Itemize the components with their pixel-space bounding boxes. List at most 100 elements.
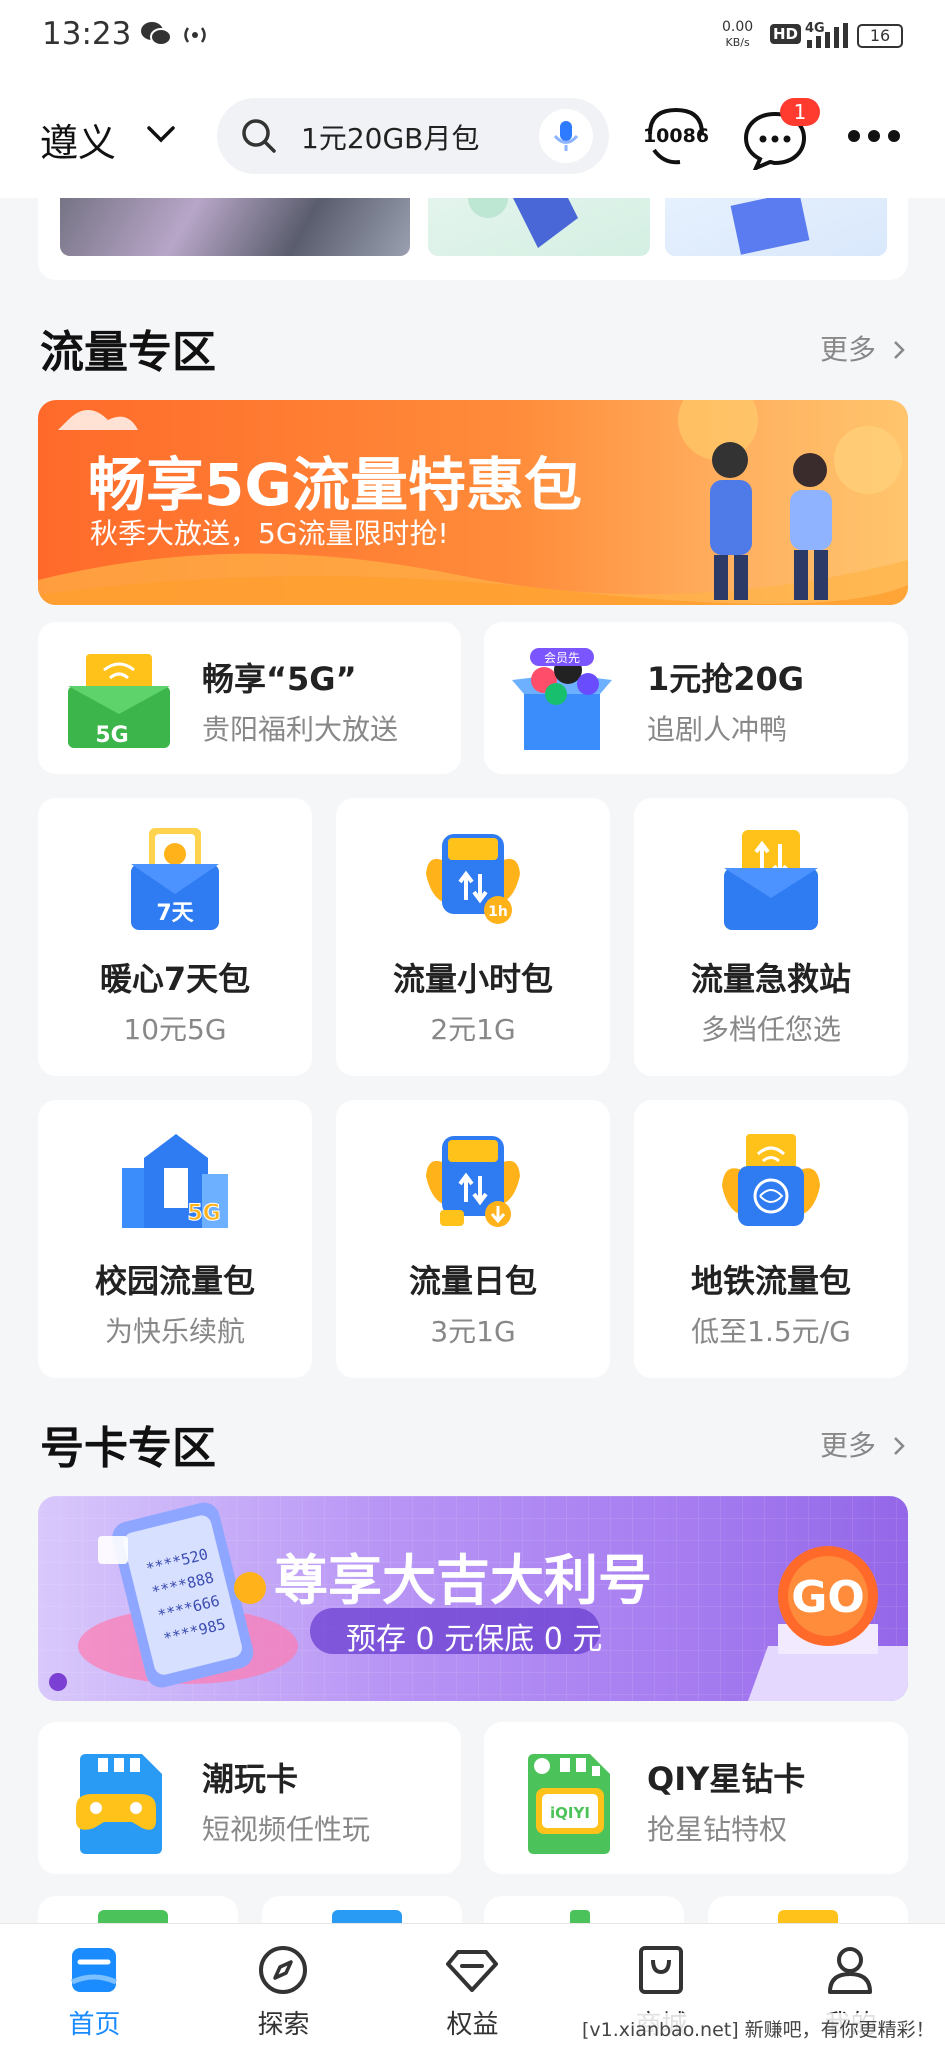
banner-subtitle: 预存 0 元保底 0 元 (346, 1622, 603, 1657)
tile-title: 流量小时包 (392, 960, 553, 998)
lucky-number-banner[interactable]: GO ****520 ****888 ****666 ****985 尊享大吉大… (38, 1496, 908, 1701)
more-link-traffic[interactable]: 更多 (820, 328, 907, 368)
day-pack-icon (426, 1136, 520, 1227)
microphone-icon (553, 121, 579, 151)
promo-subtitle: 抢星钻特权 (647, 1813, 788, 1846)
promo-subtitle: 追剧人冲鸭 (647, 713, 788, 746)
7day-pack-icon: 7天 (131, 828, 219, 930)
featured-image-1[interactable] (60, 198, 410, 256)
tile-title: 地铁流量包 (690, 1262, 851, 1300)
svg-text:1h: 1h (488, 904, 508, 920)
5g-envelope-icon: 5G (68, 654, 170, 748)
people-illustration (710, 442, 832, 600)
next-row-card-3[interactable] (484, 1896, 684, 1923)
tile-hour-pack[interactable]: 1h 流量小时包 2元1G (336, 798, 610, 1076)
hour-pack-icon: 1h (426, 834, 520, 924)
tile-title: 暖心7天包 (99, 960, 251, 998)
more-label: 更多 (820, 1429, 877, 1462)
next-row-card-4[interactable] (708, 1896, 908, 1923)
metro-pack-icon (722, 1134, 820, 1226)
svg-text:7天: 7天 (156, 901, 194, 926)
tile-subtitle: 低至1.5元/G (691, 1315, 851, 1348)
promo-title: QIY星钻卡 (647, 1760, 806, 1798)
game-sim-card-icon (76, 1754, 162, 1854)
promo-title: 潮玩卡 (202, 1760, 299, 1798)
nav-label: 首页 (68, 2010, 121, 2040)
more-options-icon[interactable] (846, 126, 902, 146)
promo-card-5g[interactable]: 5G 畅享“5G” 贵阳福利大放送 (38, 622, 461, 774)
tile-title: 流量日包 (408, 1262, 537, 1300)
card-icon-partial (778, 1910, 838, 1923)
main-content: 流量专区 更多 畅享5G流量特惠包 秋季大放送，5G流量限时抢! 5G 畅享“5… (0, 198, 945, 1923)
traffic-rescue-icon (724, 830, 818, 930)
message-badge: 1 (780, 98, 820, 126)
diamond-icon (446, 1950, 498, 1992)
voice-search-button[interactable] (539, 109, 593, 163)
traffic-banner[interactable]: 畅享5G流量特惠包 秋季大放送，5G流量限时抢! (38, 400, 908, 605)
tile-campus-pack[interactable]: 5G 校园流量包 为快乐续航 (38, 1100, 312, 1378)
city-selector[interactable]: 遵义 (40, 112, 116, 167)
status-time: 13:23 (42, 16, 132, 52)
home-icon (70, 1948, 118, 1992)
app-header: 遵义 1元20GB月包 10086 1 (0, 74, 945, 198)
next-row-card-2[interactable] (262, 1896, 462, 1923)
watermark-text: [v1.xianbao.net] 新赚吧，有你更精彩！ (578, 2013, 939, 2044)
hotspot-icon (184, 27, 206, 43)
promo-title: 畅享“5G” (202, 660, 357, 698)
wechat-icon (141, 22, 172, 46)
search-icon (242, 119, 276, 153)
tile-7day-pack[interactable]: 7天 暖心7天包 10元5G (38, 798, 312, 1076)
tile-traffic-rescue[interactable]: 流量急救站 多档任您选 (634, 798, 908, 1076)
promo-card-iqiyi[interactable]: iQIYI QIY星钻卡 抢星钻特权 (484, 1722, 908, 1874)
search-bar[interactable]: 1元20GB月包 (217, 98, 609, 174)
svg-text:iQIYI: iQIYI (550, 1804, 590, 1822)
featured-image-3[interactable] (665, 198, 887, 256)
nav-label: 探索 (257, 2010, 310, 2040)
more-link-cards[interactable]: 更多 (820, 1424, 907, 1464)
tile-subtitle: 3元1G (430, 1315, 516, 1348)
tile-subtitle: 2元1G (430, 1013, 516, 1046)
banner-subtitle: 秋季大放送，5G流量限时抢! (90, 517, 449, 550)
speed-unit: KB/s (725, 36, 750, 49)
chevron-right-icon (894, 1437, 905, 1455)
nav-benefits[interactable]: 权益 (378, 1924, 567, 2048)
campus-building-icon: 5G (122, 1134, 228, 1228)
tile-subtitle: 10元5G (123, 1013, 227, 1046)
hd-badge: HD (770, 24, 802, 44)
section-title-traffic: 流量专区 (40, 327, 216, 378)
svg-text:5G: 5G (187, 1201, 220, 1226)
banner-title: 畅享5G流量特惠包 (88, 451, 582, 519)
svg-text:5G: 5G (95, 723, 128, 748)
promo-card-trend-card[interactable]: 潮玩卡 短视频任性玩 (38, 1722, 461, 1874)
more-label: 更多 (820, 333, 877, 366)
chevron-right-icon (894, 341, 905, 359)
bag-icon (639, 1946, 683, 1994)
nav-explore[interactable]: 探索 (189, 1924, 378, 2048)
speed-value: 0.00 (722, 19, 754, 35)
section-title-cards: 号卡专区 (40, 1423, 216, 1474)
battery-icon: 16 (857, 24, 903, 48)
tile-day-pack[interactable]: 流量日包 3元1G (336, 1100, 610, 1378)
chevron-down-icon[interactable] (146, 124, 176, 144)
promo-card-20g[interactable]: 会员先 1元抢20G 追剧人冲鸭 (484, 622, 908, 774)
tile-title: 流量急救站 (690, 960, 851, 998)
nav-home[interactable]: 首页 (0, 1924, 189, 2048)
featured-image-2[interactable] (428, 198, 650, 256)
person-illustration (468, 198, 578, 248)
tile-subtitle: 为快乐续航 (104, 1315, 245, 1348)
search-input[interactable]: 1元20GB月包 (301, 117, 479, 157)
iqiyi-sim-card-icon: iQIYI (528, 1754, 610, 1854)
card-icon-partial (332, 1910, 402, 1923)
nav-label: 权益 (446, 2010, 499, 2040)
gift-box-illustration (730, 198, 810, 255)
next-row-card-1[interactable] (38, 1896, 238, 1923)
tile-metro-pack[interactable]: 地铁流量包 低至1.5元/G (634, 1100, 908, 1378)
tile-subtitle: 多档任您选 (700, 1013, 841, 1046)
promo-title: 1元抢20G (647, 660, 805, 698)
svg-text:会员先: 会员先 (544, 651, 580, 665)
card-icon-partial (98, 1910, 168, 1923)
app-box-icon: 会员先 (512, 648, 612, 750)
user-icon (828, 1947, 872, 1994)
svg-text:10086: 10086 (643, 125, 709, 147)
customer-service-icon[interactable]: 10086 (640, 104, 712, 170)
